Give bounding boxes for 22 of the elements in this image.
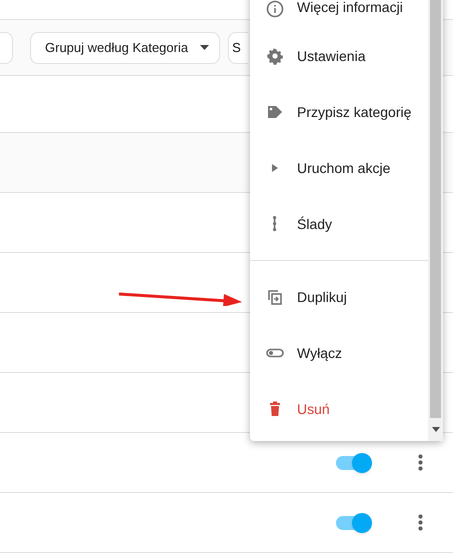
scrollbar[interactable] bbox=[428, 0, 443, 441]
toggle-switch[interactable] bbox=[336, 512, 372, 532]
copy-icon bbox=[266, 288, 284, 306]
more-options-icon[interactable] bbox=[418, 514, 423, 531]
scrollbar-thumb[interactable] bbox=[430, 0, 441, 418]
tag-icon bbox=[266, 103, 284, 121]
settings-icon bbox=[266, 47, 284, 65]
toggle-switch[interactable] bbox=[336, 452, 372, 472]
menu-item[interactable]: Duplikuj bbox=[250, 269, 428, 325]
filter-chip[interactable]: S bbox=[228, 32, 248, 64]
menu-item[interactable]: Więcej informacji bbox=[250, 0, 428, 28]
menu-item[interactable]: Uruchom akcje bbox=[250, 140, 428, 196]
info-icon bbox=[266, 0, 284, 18]
menu-item[interactable]: Ustawienia bbox=[250, 28, 428, 84]
menu-item[interactable]: Ślady bbox=[250, 196, 428, 252]
menu-item[interactable]: Wyłącz bbox=[250, 325, 428, 381]
menu-item[interactable]: Przypisz kategorię bbox=[250, 84, 428, 140]
menu-item[interactable]: Usuń bbox=[250, 381, 428, 437]
group-by-dropdown[interactable]: Grupuj według Kategoria bbox=[30, 32, 220, 64]
more-options-icon[interactable] bbox=[418, 454, 423, 471]
trace-icon bbox=[273, 216, 277, 232]
caret-icon bbox=[200, 45, 210, 50]
